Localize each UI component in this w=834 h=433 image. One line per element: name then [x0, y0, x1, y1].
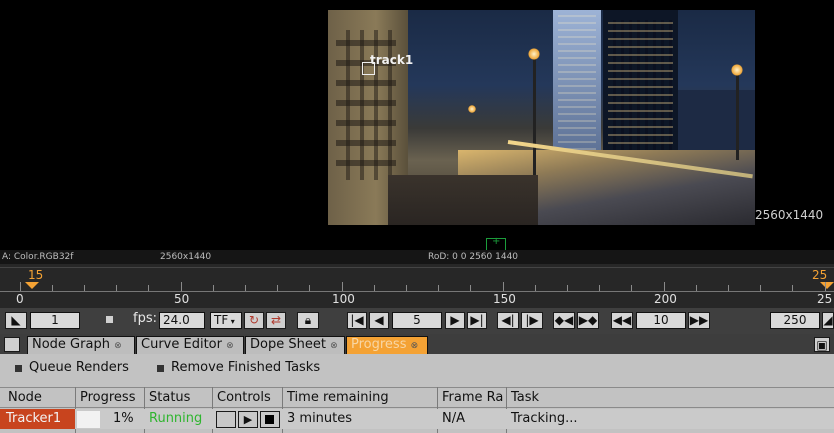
stop-icon — [106, 316, 113, 323]
column-header[interactable]: Task — [511, 389, 539, 407]
in-point-label: 15 — [28, 268, 44, 282]
tick-label: 200 — [654, 292, 677, 306]
node-name-cell[interactable]: Tracker1 — [0, 409, 75, 429]
tf-label: TF — [214, 313, 229, 327]
status-cell: Running — [149, 411, 203, 426]
task-cell: Tracking... — [511, 411, 578, 426]
stop-task-button[interactable] — [260, 411, 280, 428]
tab-label: Node Graph — [32, 337, 110, 352]
pause-button[interactable] — [216, 411, 236, 428]
maximize-pane-icon[interactable]: ▣ — [814, 337, 830, 352]
step-forward-button[interactable]: ▶ — [445, 312, 465, 329]
fps-label: fps: — [133, 311, 157, 326]
set-in-point-button[interactable]: ◣ — [5, 312, 27, 329]
first-frame-field[interactable]: 1 — [30, 312, 80, 329]
next-keyframe-button[interactable]: ▶◆ — [577, 312, 599, 329]
close-icon[interactable]: ⊗ — [226, 341, 234, 351]
tick-label: 50 — [174, 292, 190, 306]
pane-menu-icon[interactable] — [4, 337, 20, 352]
play-forward-button[interactable]: |▶ — [521, 312, 543, 329]
tab-label: Curve Editor — [141, 337, 222, 352]
queue-renders-toggle[interactable]: Queue Renders — [29, 360, 129, 375]
prev-keyframe-button[interactable]: ◆◀ — [553, 312, 575, 329]
format-info: 2560x1440 — [160, 252, 212, 262]
column-header[interactable]: Frame Ra — [442, 389, 504, 407]
close-icon[interactable]: ⊗ — [330, 341, 338, 351]
loop-icon[interactable]: ↻ — [244, 312, 264, 329]
progress-cell: 1% — [113, 411, 134, 426]
tab-dope-sheet[interactable]: Dope Sheet ⊗ — [245, 336, 345, 354]
tf-dropdown[interactable]: TF ▾ — [210, 312, 242, 329]
tab-progress[interactable]: Progress ⊗ — [346, 336, 428, 354]
column-header[interactable]: Time remaining — [287, 389, 389, 407]
column-header[interactable]: Controls — [217, 389, 271, 407]
rod-info: RoD: 0 0 2560 1440 — [428, 252, 519, 262]
in-point-marker[interactable] — [25, 282, 39, 289]
current-frame-field[interactable]: 5 — [392, 312, 442, 329]
viewer-info-bar: A: Color.RGB32f 2560x1440 RoD: 0 0 2560 … — [0, 250, 834, 264]
time-remaining-cell: 3 minutes — [287, 411, 353, 426]
resolution-label: 2560x1440 — [755, 208, 824, 222]
timeline[interactable] — [0, 264, 834, 308]
step-back-button[interactable]: ◀ — [369, 312, 389, 329]
column-header[interactable]: Progress — [80, 389, 135, 407]
tick-label: 0 — [16, 292, 24, 306]
first-frame-button[interactable]: |◀ — [347, 312, 367, 329]
playback-mode-icon[interactable]: ⇄ — [266, 312, 286, 329]
set-out-point-button[interactable]: ◢ — [822, 312, 834, 329]
tab-node-graph[interactable]: Node Graph ⊗ — [27, 336, 135, 354]
play-backward-button[interactable]: ◀| — [497, 312, 519, 329]
tab-curve-editor[interactable]: Curve Editor ⊗ — [136, 336, 244, 354]
close-icon[interactable]: ⊗ — [114, 341, 122, 351]
column-header[interactable]: Node — [8, 389, 42, 407]
out-point-label: 25 — [812, 268, 828, 282]
viewer-image — [328, 10, 755, 225]
column-header[interactable]: Status — [149, 389, 190, 407]
track-label: track1 — [370, 53, 414, 67]
forward-increment-button[interactable]: ▶▶ — [688, 312, 710, 329]
frame-rate-cell: N/A — [442, 411, 465, 426]
play-icon[interactable]: ▶ — [238, 411, 258, 428]
timeline-axis — [0, 291, 834, 292]
close-icon[interactable]: ⊗ — [411, 341, 419, 351]
queue-icon — [15, 365, 22, 372]
tick-label: 150 — [493, 292, 516, 306]
chevron-down-icon: ▾ — [228, 317, 235, 326]
last-frame-field[interactable]: 250 — [770, 312, 820, 329]
last-frame-button[interactable]: ▶| — [467, 312, 487, 329]
increment-field[interactable]: 10 — [636, 312, 686, 329]
out-point-marker[interactable] — [820, 282, 834, 289]
stop-icon — [265, 415, 274, 424]
tab-label: Progress — [351, 337, 407, 352]
fps-field[interactable]: 24.0 — [159, 312, 205, 329]
tick-label: 25 — [817, 292, 833, 306]
lock-icon[interactable]: 🔒︎ — [297, 312, 319, 329]
remove-icon — [157, 365, 164, 372]
progress-bar-fill — [77, 411, 100, 428]
channel-info: A: Color.RGB32f — [2, 252, 74, 262]
tab-label: Dope Sheet — [250, 337, 326, 352]
tick-label: 100 — [332, 292, 355, 306]
rewind-increment-button[interactable]: ◀◀ — [611, 312, 633, 329]
remove-finished-button[interactable]: Remove Finished Tasks — [171, 360, 320, 375]
